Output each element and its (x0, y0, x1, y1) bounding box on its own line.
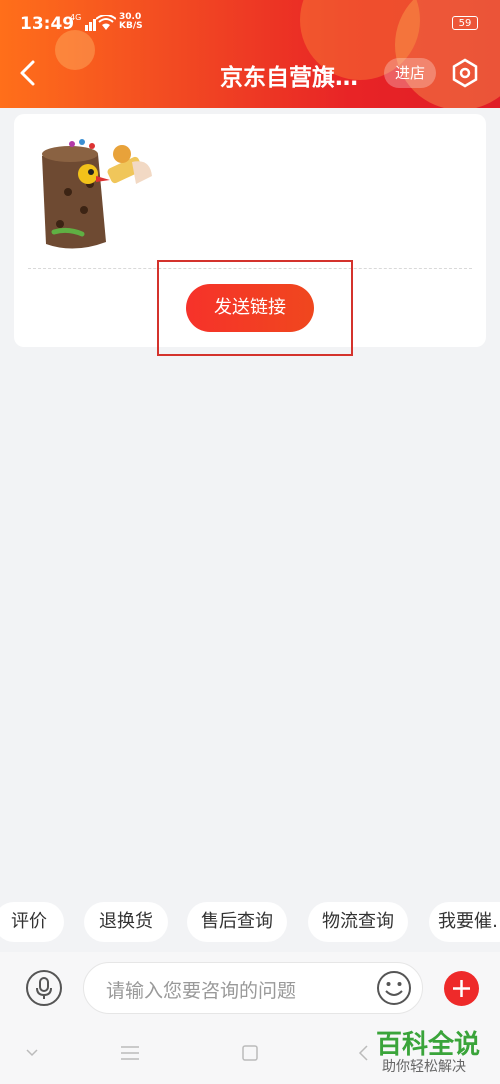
voice-button[interactable] (26, 970, 62, 1006)
message-input-placeholder: 请输入您要咨询的问题 (106, 980, 297, 1002)
more-button[interactable] (444, 971, 479, 1006)
quick-reply-chip[interactable]: 物流查询 (308, 902, 408, 942)
emoji-icon[interactable] (376, 970, 412, 1006)
product-image[interactable] (28, 132, 154, 254)
back-arrow-icon[interactable] (14, 58, 44, 88)
plus-icon (453, 980, 470, 997)
quick-reply-chip[interactable]: 退换货 (84, 902, 168, 942)
enter-store-button[interactable]: 进店 (384, 58, 436, 88)
highlight-box (157, 260, 353, 356)
nav-bar: 京东自营旗… 进店 (0, 46, 500, 102)
speed-unit: KB/S (119, 21, 143, 31)
net-speed: 30.0 KB/S (119, 13, 143, 31)
watermark-logo: 百科全说 助你轻松解决 (376, 1024, 486, 1080)
quick-reply-chip[interactable]: 我要催… (429, 902, 500, 942)
quick-reply-chip[interactable]: 售后查询 (187, 902, 287, 942)
network-type: 4G (70, 13, 82, 22)
menu-icon[interactable] (120, 1044, 140, 1062)
status-time: 13:49 (20, 14, 75, 34)
watermark-sub: 助你轻松解决 (382, 1059, 466, 1075)
back-nav-icon[interactable] (356, 1044, 370, 1062)
chevron-down-icon[interactable] (24, 1044, 40, 1060)
header-bar: 13:49 4G 30.0 KB/S 59 京东自营旗… 进店 (0, 0, 500, 108)
quick-reply-bar: 评价 退换货 售后查询 物流查询 我要催… (0, 902, 500, 942)
wifi-icon (96, 15, 116, 30)
battery-icon: 59 (452, 16, 478, 30)
message-input[interactable]: 请输入您要咨询的问题 (83, 962, 423, 1014)
home-icon[interactable] (241, 1044, 259, 1062)
settings-icon[interactable] (450, 58, 480, 88)
page-title: 京东自营旗… (220, 65, 358, 91)
quick-reply-chip[interactable]: 评价 (0, 902, 64, 942)
microphone-icon (36, 977, 52, 999)
input-bar: 请输入您要咨询的问题 (0, 952, 500, 1024)
status-bar: 13:49 4G 30.0 KB/S 59 (0, 0, 500, 46)
